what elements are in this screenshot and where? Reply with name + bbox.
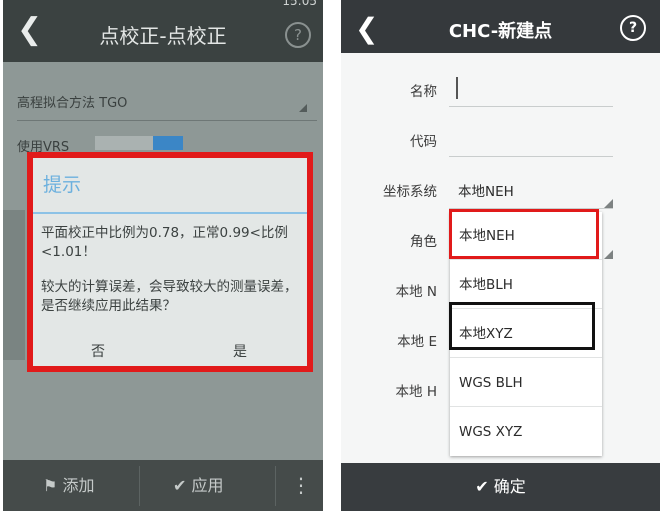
code-input[interactable] (449, 156, 613, 157)
add-label: 添加 (62, 476, 95, 495)
apply-button[interactable]: ✔ 应用 (173, 460, 224, 511)
apply-label: 应用 (191, 476, 224, 495)
local-h-label: 本地 H (395, 384, 437, 400)
background-panel (3, 210, 25, 360)
divider (139, 466, 140, 506)
name-input[interactable] (449, 106, 613, 107)
dropdown-arrow-icon (604, 250, 613, 259)
dialog-message-warning: 较大的计算误差，会导致较大的测量误差，是否继续应用此结果？ (41, 279, 298, 314)
field-underline (17, 120, 317, 121)
left-top-bar: 15:05 ❮ 点校正-点校正 ? (3, 0, 323, 62)
prompt-dialog: 提示 平面校正中比例为0.78，正常0.99<比例<1.01！ 较大的计算误差，… (33, 158, 307, 366)
add-button[interactable]: ⚑ 添加 (43, 460, 94, 511)
coord-system-label: 坐标系统 (383, 184, 437, 200)
code-label: 代码 (410, 134, 437, 150)
confirm-label: 确定 (493, 477, 526, 496)
page-title: CHC-新建点 (448, 21, 553, 42)
divider (275, 466, 276, 506)
dialog-title-divider (33, 212, 307, 214)
role-label: 角色 (410, 234, 437, 250)
dropdown-arrow-icon (299, 104, 307, 112)
local-n-label: 本地 N (395, 284, 437, 300)
height-fit-method-field[interactable]: 高程拟合方法 TGO (17, 92, 127, 111)
left-screen: 15:05 ❮ 点校正-点校正 ? 高程拟合方法 TGO 使用VRS ⚑ 添加 … (3, 0, 323, 511)
tag-icon: ⚑ (43, 476, 58, 495)
right-screen: ❮ CHC-新建点 ? 名称 代码 坐标系统 本地NEH 角色 本地 N 本地 … (341, 0, 660, 511)
help-icon[interactable]: ? (620, 15, 646, 41)
dialog-yes-button[interactable]: 是 (233, 341, 247, 361)
dialog-message-scale: 平面校正中比例为0.78，正常0.99<比例<1.01！ (41, 225, 288, 260)
option-highlight-black (449, 302, 595, 350)
dropdown-arrow-icon (604, 199, 613, 208)
help-icon[interactable]: ? (285, 22, 311, 48)
vrs-toggle-knob[interactable] (153, 136, 183, 150)
dialog-no-button[interactable]: 否 (91, 341, 105, 361)
local-e-label: 本地 E (397, 334, 437, 350)
page-title: 点校正-点校正 (99, 24, 227, 48)
right-top-bar: ❮ CHC-新建点 ? (341, 0, 660, 53)
name-label: 名称 (410, 84, 437, 100)
check-icon: ✔ (173, 476, 187, 495)
text-cursor (456, 77, 458, 99)
status-time: 15:05 (282, 0, 317, 8)
dropdown-option[interactable]: WGS XYZ (450, 408, 602, 456)
dialog-title: 提示 (43, 174, 82, 196)
coord-system-select[interactable]: 本地NEH (458, 180, 514, 200)
more-menu-button[interactable]: ⋮ (291, 460, 311, 511)
check-icon: ✔ (475, 477, 489, 496)
dropdown-option[interactable]: WGS BLH (450, 359, 602, 407)
confirm-button[interactable]: ✔ 确定 (341, 463, 660, 511)
option-highlight-red (449, 209, 599, 259)
